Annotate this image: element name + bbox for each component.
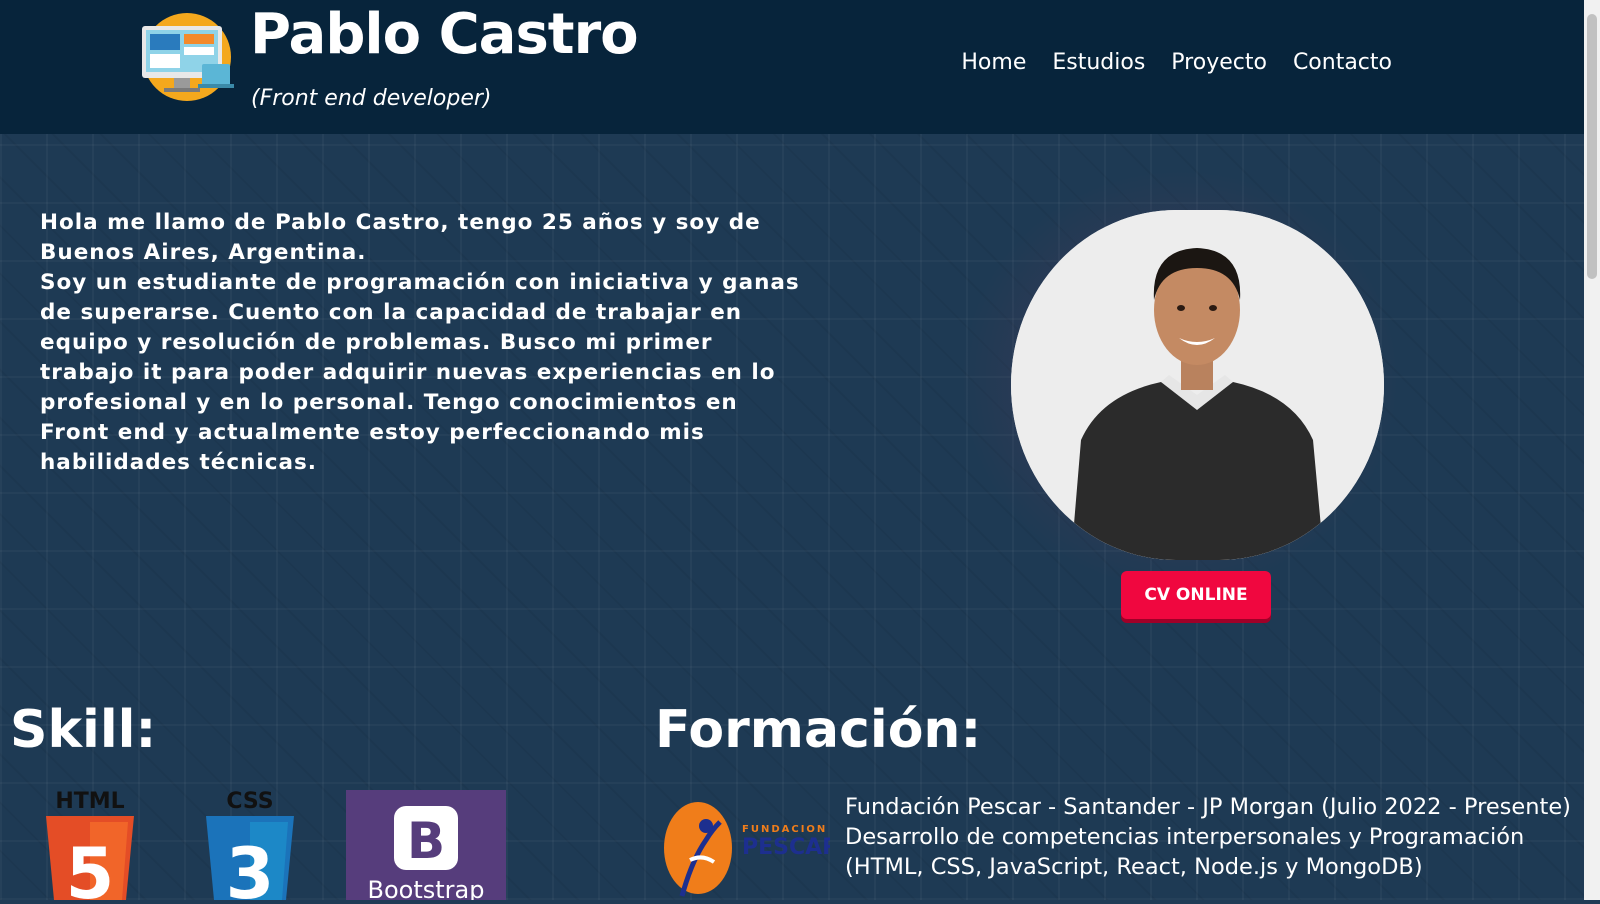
css-digit: 3 (226, 833, 275, 900)
nav-contacto[interactable]: Contacto (1293, 50, 1392, 75)
bootstrap-label: Bootstrap (368, 876, 485, 900)
bootstrap-icon: B Bootstrap (346, 790, 506, 904)
computer-monitor-icon (140, 12, 234, 102)
nav-proyecto[interactable]: Proyecto (1171, 50, 1267, 75)
scrollbar-thumb[interactable] (1587, 14, 1597, 279)
site-header: Pablo Castro (Front end developer) Home … (0, 0, 1584, 134)
bootstrap-letter: B (407, 812, 445, 870)
nav-estudios[interactable]: Estudios (1052, 50, 1145, 75)
site-subtitle: (Front end developer) (251, 86, 492, 111)
fundacion-pescar-logo: FUNDACION PESCAR (662, 800, 839, 900)
vertical-scrollbar[interactable] (1584, 0, 1600, 900)
pescar-logo-top: FUNDACION (742, 824, 827, 835)
intro-text: Hola me llamo de Pablo Castro, tengo 25 … (40, 210, 800, 475)
formacion-text: Fundación Pescar - Santander - JP Morgan… (845, 794, 1571, 880)
formacion-title: Formación: (655, 700, 982, 760)
nav-home[interactable]: Home (961, 50, 1026, 75)
pescar-logo-bottom: PESCAR (742, 835, 830, 860)
css-label: CSS (226, 789, 273, 814)
cv-online-button[interactable]: CV ONLINE (1121, 571, 1271, 619)
site-title: Pablo Castro (250, 2, 639, 67)
html-label: HTML (55, 789, 124, 814)
profile-photo (1011, 210, 1384, 560)
html5-icon: HTML 5 (44, 786, 136, 904)
main-nav: Home Estudios Proyecto Contacto (961, 50, 1392, 75)
skills-title: Skill: (10, 700, 157, 760)
css3-icon: CSS 3 (204, 786, 296, 904)
html-digit: 5 (66, 833, 115, 900)
